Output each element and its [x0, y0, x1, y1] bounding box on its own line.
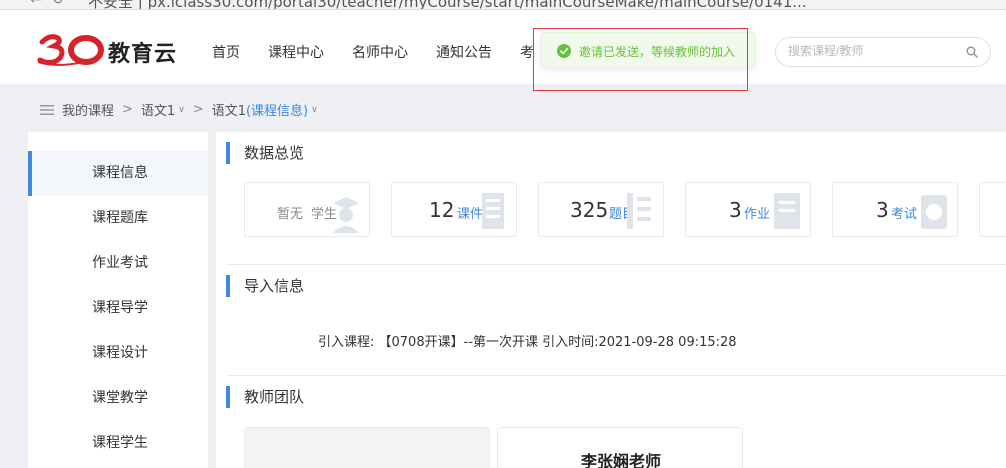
- section-title-overview: 数据总览: [226, 142, 304, 164]
- breadcrumb-current[interactable]: 语文1: [212, 100, 246, 119]
- nav-notices[interactable]: 通知公告: [436, 42, 492, 62]
- sidebar-item-homework-exam[interactable]: 作业考试: [28, 241, 208, 286]
- breadcrumb-separator: >: [192, 102, 204, 117]
- browser-address-bar: ← ↻ 不安全 | px.iclass30.com/portal30/teach…: [0, 0, 1006, 10]
- menu-icon[interactable]: [40, 104, 54, 116]
- homework-icon: [774, 193, 800, 229]
- stat-value: 3: [729, 198, 742, 222]
- nav-course-center[interactable]: 课程中心: [268, 42, 324, 62]
- main-content: 数据总览 暂无 学生 12 课件 325 题目 3 作业 3 考试 导入信息 引…: [216, 132, 1006, 468]
- import-info-line: 引入课程: 【0708开课】--第一次开课 引入时间:2021-09-28 09…: [318, 335, 737, 350]
- stat-unit: 考试: [891, 207, 918, 222]
- sidebar-item-question-bank[interactable]: 课程题库: [28, 196, 208, 241]
- reload-icon[interactable]: ↻: [52, 0, 64, 8]
- courseware-icon: [482, 193, 504, 229]
- sidebar-item-guide[interactable]: 课程导学: [28, 286, 208, 331]
- breadcrumb-course[interactable]: 语文1: [141, 100, 175, 119]
- section-divider: [226, 264, 1006, 265]
- teacher-card-add[interactable]: [244, 427, 490, 468]
- stat-card-students[interactable]: 暂无 学生: [244, 182, 370, 237]
- url-text[interactable]: 不安全 | px.iclass30.com/portal30/teacher/m…: [88, 0, 807, 9]
- logo-mark-icon: [37, 34, 104, 66]
- nav-teacher-center[interactable]: 名师中心: [352, 42, 408, 62]
- stat-card-homework[interactable]: 3 作业: [685, 182, 811, 237]
- search-input[interactable]: [788, 44, 958, 58]
- sidebar-item-course-info[interactable]: 课程信息: [28, 151, 208, 196]
- stat-unit: 作业: [744, 207, 771, 222]
- stat-value: 暂无: [277, 207, 304, 222]
- stat-card-courseware[interactable]: 12 课件: [391, 182, 517, 237]
- arrow-left-icon[interactable]: ←: [30, 0, 42, 8]
- section-divider: [226, 375, 1006, 376]
- success-toast: 邀请已发送，等候教师的加入: [541, 32, 755, 68]
- stat-card-more[interactable]: [979, 182, 1006, 237]
- chevron-down-icon[interactable]: ∨: [311, 105, 318, 115]
- breadcrumb-current-suffix[interactable]: (课程信息): [246, 100, 308, 119]
- teacher-name: 李张娴老师: [580, 452, 661, 468]
- search-box[interactable]: [775, 37, 991, 67]
- main-nav: 首页 课程中心 名师中心 通知公告 考: [212, 42, 562, 62]
- breadcrumb-separator: >: [122, 102, 133, 117]
- teacher-card[interactable]: 李张娴老师: [497, 427, 743, 468]
- top-header: 教育云 首页 课程中心 名师中心 通知公告 考: [0, 10, 1006, 84]
- site-logo[interactable]: 教育云: [36, 32, 196, 67]
- stat-value: 325: [570, 198, 609, 222]
- chevron-down-icon[interactable]: ∨: [178, 105, 185, 115]
- section-title-team: 教师团队: [226, 386, 304, 408]
- search-icon[interactable]: [966, 46, 978, 58]
- section-title-import: 导入信息: [226, 275, 304, 297]
- exam-icon: [921, 195, 947, 229]
- nav-exam[interactable]: 考: [520, 42, 534, 62]
- sidebar-item-students[interactable]: 课程学生: [28, 421, 208, 466]
- sidebar-item-classroom[interactable]: 课堂教学: [28, 376, 208, 421]
- stat-value: 3: [876, 198, 889, 222]
- question-icon: [627, 193, 651, 229]
- course-sidebar: 课程信息 课程题库 作业考试 课程导学 课程设计 课堂教学 课程学生: [28, 132, 208, 468]
- stat-card-questions[interactable]: 325 题目: [538, 182, 664, 237]
- breadcrumb: 我的课程 > 语文1 ∨ > 语文1 (课程信息) ∨: [40, 100, 318, 119]
- toast-message: 邀请已发送，等候教师的加入: [579, 45, 736, 59]
- student-icon: [333, 197, 359, 233]
- breadcrumb-root[interactable]: 我的课程: [62, 100, 114, 119]
- stat-card-exams[interactable]: 3 考试: [832, 182, 958, 237]
- sidebar-item-design[interactable]: 课程设计: [28, 331, 208, 376]
- nav-home[interactable]: 首页: [212, 42, 240, 62]
- stat-value: 12: [429, 198, 455, 222]
- logo-text: 教育云: [108, 42, 178, 67]
- success-check-icon: [557, 44, 571, 58]
